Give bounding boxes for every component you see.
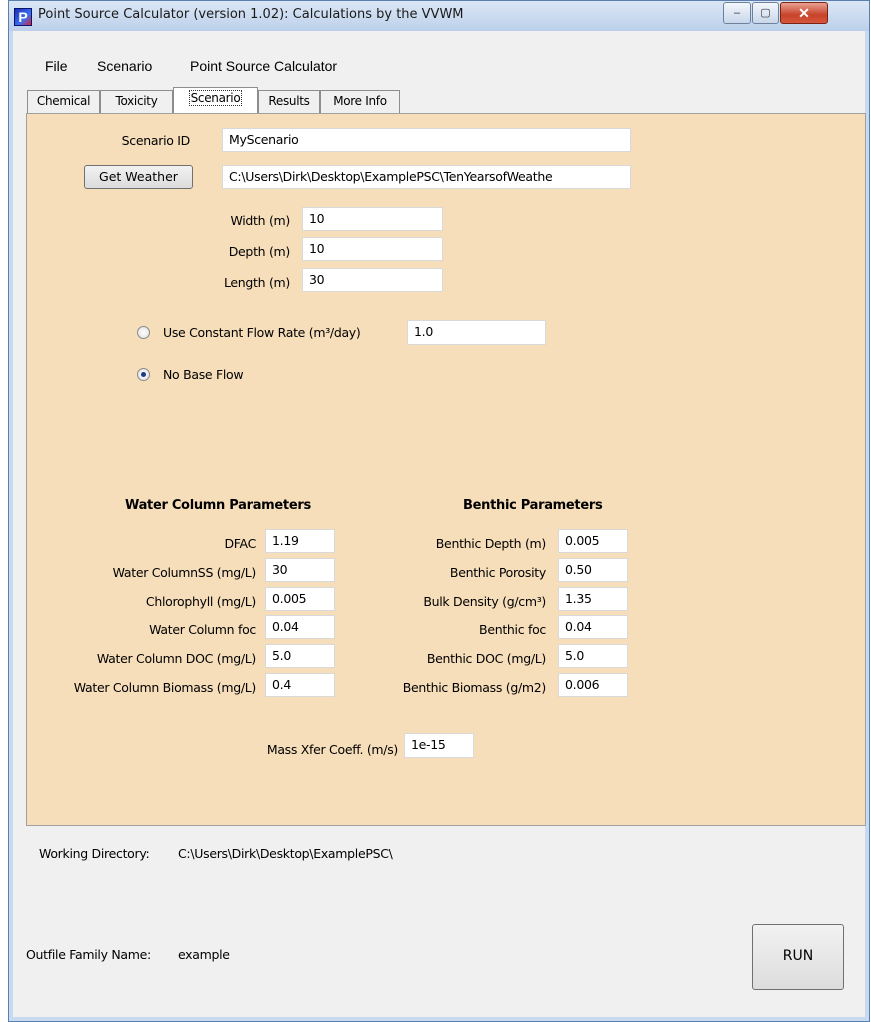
water-column-header: Water Column Parameters — [125, 498, 311, 513]
bulk-density-field[interactable]: 1.35 — [558, 587, 628, 611]
depth-label: Depth (m) — [228, 244, 291, 259]
tab-toxicity[interactable]: Toxicity — [100, 90, 173, 113]
constant-flow-radio[interactable] — [137, 326, 150, 339]
dfac-field[interactable]: 1.19 — [265, 529, 335, 553]
menu-point-source-calculator[interactable]: Point Source Calculator — [190, 58, 337, 74]
benthic-depth-label: Benthic Depth (m) — [435, 536, 547, 551]
close-icon[interactable]: ✕ — [780, 2, 828, 24]
benthic-biomass-field[interactable]: 0.006 — [558, 673, 628, 697]
tab-scenario[interactable]: Scenario — [173, 87, 258, 115]
water-column-ss-label: Water ColumnSS (mg/L) — [112, 565, 257, 580]
no-base-flow-radio[interactable] — [137, 368, 150, 381]
water-column-doc-label: Water Column DOC (mg/L) — [96, 651, 256, 666]
constant-flow-field[interactable]: 1.0 — [407, 320, 546, 345]
depth-field[interactable]: 10 — [302, 237, 443, 261]
scenario-id-field[interactable]: MyScenario — [222, 128, 631, 152]
weather-file-field[interactable]: C:\Users\Dirk\Desktop\ExamplePSC\TenYear… — [222, 165, 631, 189]
benthic-porosity-field[interactable]: 0.50 — [558, 558, 628, 582]
constant-flow-label: Use Constant Flow Rate (m³/day) — [163, 325, 361, 340]
dfac-label: DFAC — [224, 536, 256, 551]
benthic-depth-field[interactable]: 0.005 — [558, 529, 628, 553]
tab-more-info[interactable]: More Info — [320, 90, 400, 113]
benthic-header: Benthic Parameters — [463, 498, 603, 513]
mass-xfer-field[interactable]: 1e-15 — [404, 733, 474, 758]
benthic-foc-field[interactable]: 0.04 — [558, 615, 628, 639]
length-field[interactable]: 30 — [302, 268, 443, 292]
length-label: Length (m) — [223, 275, 290, 290]
benthic-doc-field[interactable]: 5.0 — [558, 644, 628, 668]
benthic-foc-label: Benthic foc — [479, 622, 546, 637]
water-column-doc-field[interactable]: 5.0 — [265, 644, 335, 668]
tab-chemical[interactable]: Chemical — [27, 90, 100, 113]
tab-scenario-label: Scenario — [188, 90, 243, 106]
chlorophyll-label: Chlorophyll (mg/L) — [145, 594, 256, 609]
outfile-family-value: example — [178, 947, 230, 962]
benthic-doc-label: Benthic DOC (mg/L) — [426, 651, 546, 666]
benthic-porosity-label: Benthic Porosity — [449, 565, 546, 580]
outfile-family-label: Outfile Family Name: — [26, 947, 151, 962]
run-button[interactable]: RUN — [752, 924, 844, 990]
benthic-biomass-label: Benthic Biomass (g/m2) — [402, 680, 547, 695]
water-column-biomass-label: Water Column Biomass (mg/L) — [73, 680, 257, 695]
width-field[interactable]: 10 — [302, 207, 443, 231]
scenario-id-label: Scenario ID — [121, 133, 191, 148]
working-directory-label: Working Directory: — [39, 846, 150, 861]
window-title: Point Source Calculator (version 1.02): … — [38, 7, 464, 22]
water-column-biomass-field[interactable]: 0.4 — [265, 673, 335, 697]
menu-file[interactable]: File — [45, 58, 68, 74]
water-column-ss-field[interactable]: 30 — [265, 558, 335, 582]
minimize-icon[interactable]: ‒ — [723, 2, 751, 24]
menu-scenario[interactable]: Scenario — [97, 58, 152, 74]
no-base-flow-label: No Base Flow — [163, 367, 244, 382]
tab-results[interactable]: Results — [258, 90, 320, 113]
width-label: Width (m) — [230, 213, 290, 228]
mass-xfer-label: Mass Xfer Coeff. (m/s) — [266, 742, 398, 757]
water-column-foc-field[interactable]: 0.04 — [265, 615, 335, 639]
bulk-density-label: Bulk Density (g/cm³) — [423, 594, 546, 609]
water-column-foc-label: Water Column foc — [149, 622, 256, 637]
get-weather-button[interactable]: Get Weather — [84, 165, 193, 189]
scenario-panel — [26, 113, 866, 826]
chlorophyll-field[interactable]: 0.005 — [265, 587, 335, 611]
maximize-icon[interactable]: ▢ — [752, 2, 779, 24]
working-directory-value: C:\Users\Dirk\Desktop\ExamplePSC\ — [178, 846, 393, 861]
app-logo-icon[interactable]: P — [14, 8, 32, 26]
